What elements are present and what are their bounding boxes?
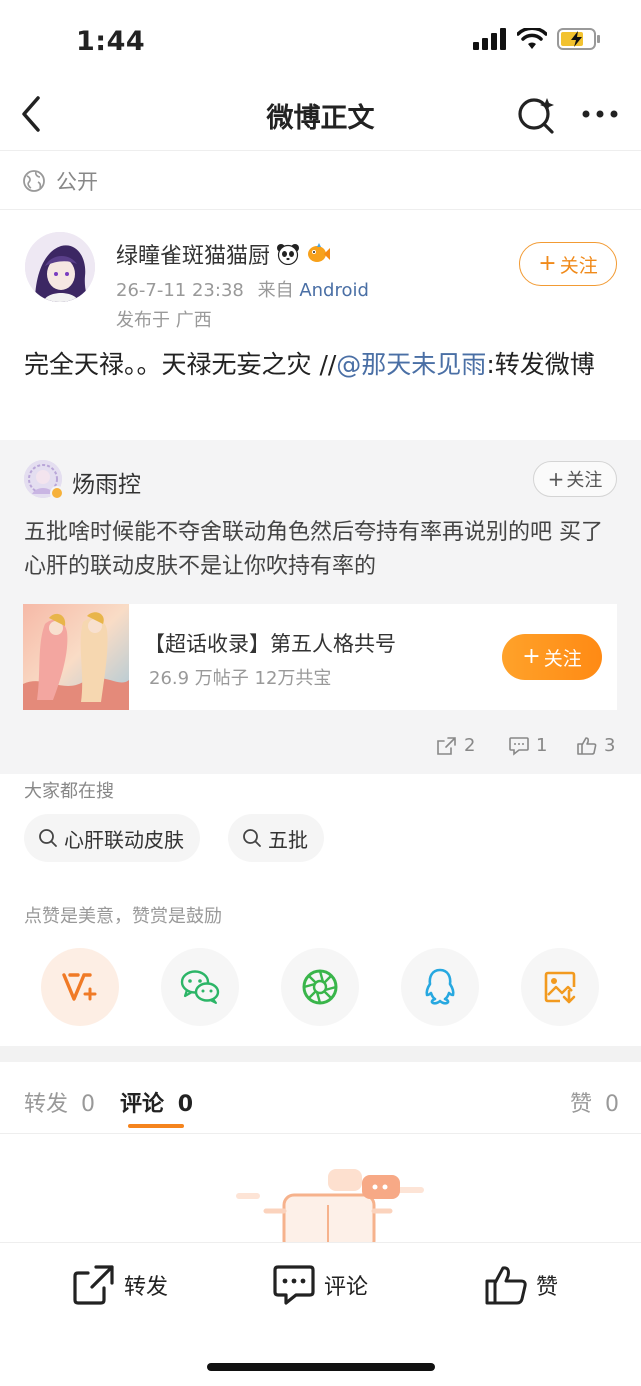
wifi-icon <box>517 28 547 49</box>
post-text: 完全天禄。。天禄无妄之灾 //@那天未见雨:转发微博 <box>24 346 619 384</box>
bottom-comment-label: 评论 <box>324 1275 369 1300</box>
post-text-after: :转发微博 <box>486 350 595 379</box>
moments-icon <box>302 969 338 1005</box>
super-topic-title: 【超话收录】第五人格共号 <box>144 632 396 656</box>
post-meta: 26-7-11 23:38 来自 Android <box>116 276 369 302</box>
bottom-like-button[interactable]: 赞 <box>484 1264 558 1306</box>
search-icon <box>39 829 57 847</box>
bottom-like-label: 赞 <box>536 1275 559 1300</box>
share-icon <box>437 736 456 755</box>
post-location: 发布于 广西 <box>116 310 212 331</box>
status-icons <box>473 28 601 50</box>
follow-label: 关注 <box>559 254 598 277</box>
repost-comment-action[interactable]: 1 <box>508 735 547 756</box>
save-image-icon <box>544 971 576 1004</box>
repost-repost-action[interactable]: 2 <box>436 735 475 756</box>
bottom-repost-button[interactable]: 转发 <box>72 1264 168 1306</box>
author-name[interactable]: 绿瞳雀斑猫猫厨 <box>116 238 270 270</box>
tab-likes[interactable]: 赞 0 <box>570 1086 619 1118</box>
repost-follow-button[interactable]: + 关注 <box>533 461 617 497</box>
tab-comments-label: 评论 <box>120 1092 165 1117</box>
status-time: 1:44 <box>76 26 146 57</box>
post-source[interactable]: Android <box>299 280 369 301</box>
qq-share-button[interactable] <box>401 948 479 1026</box>
plus-icon: + <box>522 644 541 669</box>
tab-likes-label: 赞 <box>570 1092 593 1117</box>
repost-count: 2 <box>464 735 476 756</box>
super-topic-follow-button[interactable]: + 关注 <box>502 634 602 680</box>
section-separator <box>0 1046 641 1062</box>
super-topic-stats: 26.9 万帖子 12万共宝 <box>149 668 332 689</box>
author-avatar[interactable] <box>25 232 95 302</box>
repost-text: 五批啥时候能不夺舍联动角色然后夸持有率再说别的吧 买了心肝的联动皮肤不是让你吹持… <box>24 520 603 579</box>
plus-icon: + <box>547 467 565 491</box>
tabs-divider <box>0 1133 641 1134</box>
thumbs-up-icon <box>485 1266 527 1305</box>
thumbs-up-icon <box>577 736 597 755</box>
tab-comments-count: 0 <box>177 1092 193 1117</box>
comment-icon <box>273 1265 315 1305</box>
search-chip-label: 心肝联动皮肤 <box>64 827 184 852</box>
comment-icon <box>509 736 529 756</box>
post-date: 26-7-11 23:38 <box>116 280 244 301</box>
bottom-repost-label: 转发 <box>124 1275 169 1300</box>
search-chip[interactable]: 五批 <box>228 814 324 862</box>
avatar-art <box>25 232 95 302</box>
plus-icon: + <box>538 251 557 276</box>
globe-icon <box>23 170 45 192</box>
tab-reposts[interactable]: 转发 0 <box>24 1086 95 1118</box>
repost-icon <box>73 1265 114 1305</box>
save-image-button[interactable] <box>521 948 599 1026</box>
author-name-row[interactable]: 绿瞳雀斑猫猫厨 <box>116 238 331 270</box>
wechat-share-button[interactable] <box>161 948 239 1026</box>
search-icon <box>243 829 261 847</box>
reward-label: 点赞是美意，赞赏是鼓励 <box>24 906 222 927</box>
home-indicator <box>207 1363 435 1371</box>
qq-icon <box>425 968 455 1005</box>
tab-likes-count: 0 <box>605 1092 620 1117</box>
fish-icon <box>308 243 331 262</box>
tab-comments[interactable]: 评论 0 <box>120 1086 193 1118</box>
hot-search-label: 大家都在搜 <box>24 781 114 802</box>
repost-like-action[interactable]: 3 <box>576 735 615 756</box>
repost-author-name[interactable]: 炀雨控 <box>72 465 141 499</box>
like-count: 3 <box>604 735 616 756</box>
comment-count: 1 <box>536 735 548 756</box>
more-icon[interactable] <box>580 104 620 124</box>
verified-badge-icon <box>50 486 64 500</box>
active-tab-indicator <box>128 1124 184 1128</box>
follow-button[interactable]: + 关注 <box>519 242 617 286</box>
search-chip-label: 五批 <box>268 827 308 852</box>
bottom-comment-button[interactable]: 评论 <box>272 1264 368 1306</box>
super-topic-cover <box>23 604 129 710</box>
repost-follow-label: 关注 <box>566 470 603 491</box>
topic-cover-art <box>23 604 129 710</box>
signal-icon <box>473 28 506 50</box>
tab-reposts-count: 0 <box>81 1092 96 1117</box>
nav-divider <box>0 150 641 151</box>
tab-reposts-label: 转发 <box>24 1092 69 1117</box>
panda-icon <box>277 244 300 265</box>
battery-charging-icon <box>557 28 600 50</box>
wechat-icon <box>180 970 220 1004</box>
mention-link[interactable]: @那天未见雨 <box>336 350 486 379</box>
empty-comments-illustration <box>236 1169 424 1245</box>
search-icon[interactable] <box>516 94 556 134</box>
super-topic-follow-label: 关注 <box>543 647 582 670</box>
post-text-before: 完全天禄。。天禄无妄之灾 // <box>24 350 337 379</box>
visibility-row: 公开 <box>22 166 98 196</box>
section-divider <box>0 209 641 210</box>
visibility-label: 公开 <box>56 170 98 194</box>
via-label: 来自 <box>257 280 294 301</box>
search-chip[interactable]: 心肝联动皮肤 <box>24 814 200 862</box>
moments-share-button[interactable] <box>281 948 359 1026</box>
reward-v-icon <box>62 973 97 1001</box>
reward-button[interactable] <box>41 948 119 1026</box>
